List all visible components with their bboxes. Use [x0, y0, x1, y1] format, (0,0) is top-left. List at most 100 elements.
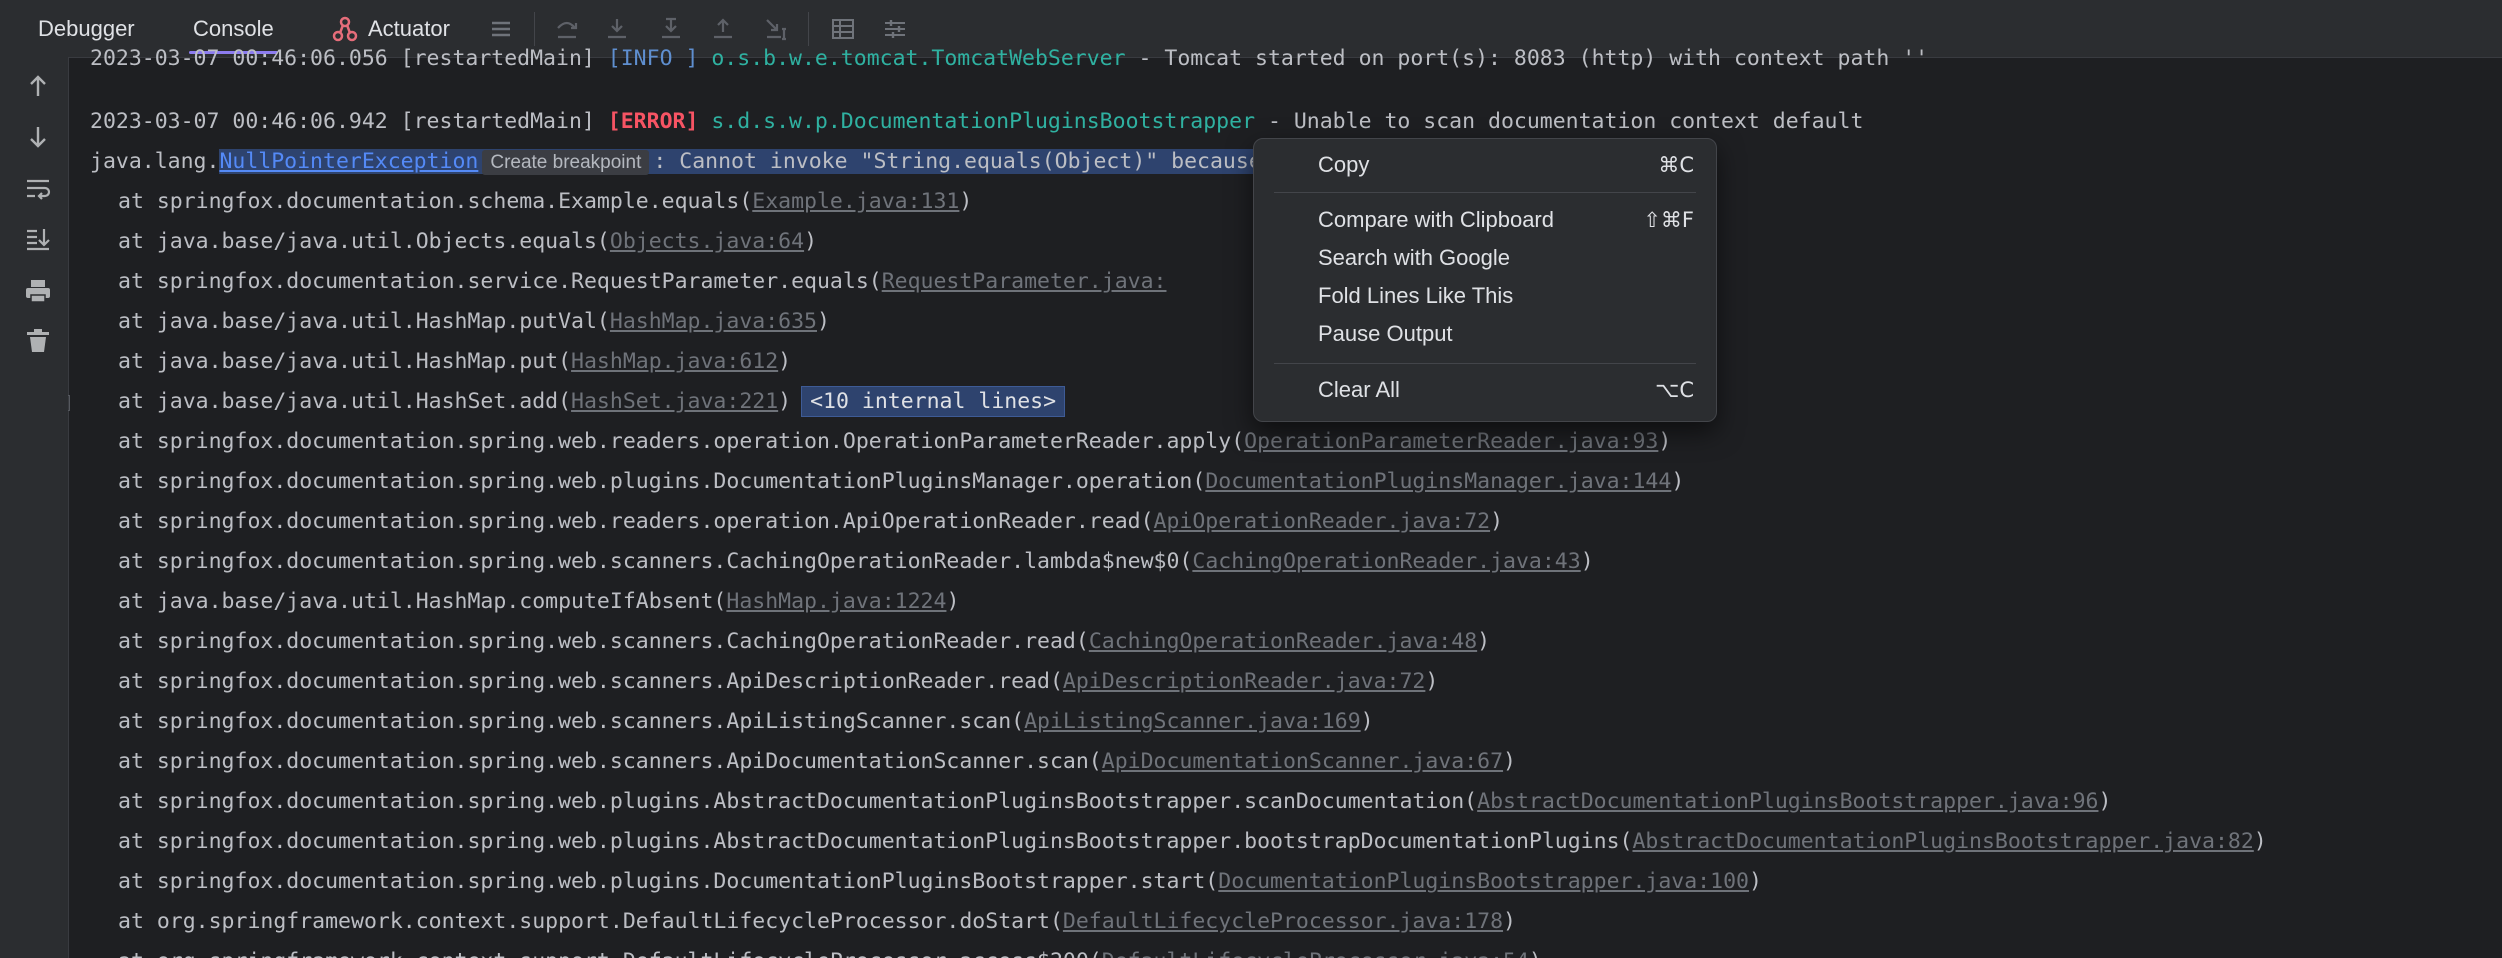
menu-separator: [1274, 363, 1696, 364]
menu-item-search-with-google[interactable]: Search with Google: [1254, 240, 1716, 276]
menu-item-label: Compare with Clipboard: [1318, 207, 1554, 232]
stack-frame-line: at springfox.documentation.spring.web.sc…: [68, 543, 1594, 581]
frame-method: at springfox.documentation.spring.web.pl…: [118, 789, 1478, 814]
menu-separator: [1274, 192, 1696, 193]
frame-method: at springfox.documentation.spring.web.sc…: [118, 669, 1063, 694]
frame-suffix: ): [1360, 709, 1374, 734]
create-breakpoint-hint[interactable]: Create breakpoint: [482, 150, 650, 175]
source-link[interactable]: HashMap.java:1224: [726, 589, 946, 614]
frame-method: at org.springframework.context.support.D…: [118, 909, 1063, 934]
stack-frame-line: at springfox.documentation.spring.web.sc…: [68, 623, 1490, 661]
trash-icon[interactable]: [22, 325, 54, 357]
stack-frame-line: at springfox.documentation.spring.web.sc…: [68, 663, 1438, 701]
log-message: - Unable to scan documentation context d…: [1255, 109, 1864, 134]
frame-method: at springfox.documentation.spring.web.pl…: [118, 829, 1633, 854]
folded-lines-badge[interactable]: <10 internal lines>: [801, 386, 1066, 417]
source-link[interactable]: ApiDescriptionReader.java:72: [1063, 669, 1425, 694]
stack-frame-line: at java.base/java.util.HashMap.computeIf…: [68, 583, 959, 621]
expand-fold-icon[interactable]: +: [68, 395, 70, 411]
frame-method: at java.base/java.util.HashMap.computeIf…: [118, 589, 727, 614]
frame-method: at springfox.documentation.spring.web.re…: [118, 429, 1245, 454]
stack-frame-line: at springfox.documentation.spring.web.pl…: [68, 463, 1684, 501]
frame-method: at springfox.documentation.spring.web.sc…: [118, 749, 1102, 774]
log-thread: [restartedMain]: [400, 109, 595, 134]
exception-class-link[interactable]: NullPointerException: [219, 149, 478, 174]
source-link[interactable]: CachingOperationReader.java:48: [1089, 629, 1477, 654]
frame-suffix: ): [1503, 749, 1516, 774]
stack-frame-line: at org.springframework.context.support.D…: [68, 903, 1516, 941]
menu-item-shortcut: ⌥C: [1655, 378, 1694, 402]
frame-method: at java.base/java.util.Objects.equals(: [118, 229, 610, 254]
menu-item-pause-output[interactable]: Pause Output: [1254, 316, 1716, 352]
log-level-error: [ERROR]: [607, 109, 699, 134]
source-link[interactable]: Example.java:131: [752, 189, 959, 214]
frame-suffix: ): [1529, 949, 1542, 958]
source-link[interactable]: ApiDocumentationScanner.java:67: [1102, 749, 1503, 774]
source-link[interactable]: HashMap.java:612: [571, 349, 778, 374]
frame-method: at springfox.documentation.spring.web.sc…: [118, 709, 1025, 734]
frame-method: at java.base/java.util.HashSet.add(: [118, 389, 572, 414]
source-link[interactable]: HashMap.java:635: [610, 309, 817, 334]
menu-item-fold-lines-like-this[interactable]: Fold Lines Like This: [1254, 278, 1716, 314]
menu-item-clear-all[interactable]: Clear All ⌥C: [1254, 372, 1716, 408]
log-level-info: [INFO ]: [607, 46, 699, 71]
frame-method: at java.base/java.util.HashMap.putVal(: [118, 309, 610, 334]
stack-frame-line: at springfox.documentation.spring.web.re…: [68, 423, 1671, 461]
source-link[interactable]: AbstractDocumentationPluginsBootstrapper…: [1632, 829, 2253, 854]
stack-frame-line: at java.base/java.util.HashMap.put(HashM…: [68, 343, 791, 381]
frame-suffix: ): [1503, 909, 1516, 934]
log-line: 2023-03-07 00:46:06.056 [restartedMain] …: [68, 40, 1928, 78]
frame-suffix: ): [1658, 429, 1672, 454]
source-link[interactable]: ApiOperationReader.java:72: [1154, 509, 1491, 534]
arrow-down-icon[interactable]: [22, 121, 54, 153]
stack-frame-line: at org.springframework.context.support.D…: [68, 943, 1542, 958]
source-link[interactable]: DocumentationPluginsBootstrapper.java:10…: [1218, 869, 1749, 894]
source-link[interactable]: DefaultLifecycleProcessor.java:178: [1063, 909, 1503, 934]
frame-method: at springfox.documentation.spring.web.sc…: [118, 629, 1089, 654]
menu-item-compare-with-clipboard[interactable]: Compare with Clipboard ⇧⌘F: [1254, 202, 1716, 238]
source-link[interactable]: AbstractDocumentationPluginsBootstrapper…: [1477, 789, 2098, 814]
stack-frame-line: at springfox.documentation.spring.web.pl…: [68, 783, 2111, 821]
log-timestamp: 2023-03-07 00:46:06.056: [90, 46, 388, 71]
frame-method: at springfox.documentation.spring.web.pl…: [118, 469, 1206, 494]
console-actions-sidebar: [8, 57, 69, 958]
frame-suffix: ): [946, 589, 960, 614]
source-link[interactable]: DefaultLifecycleProcessor.java:54: [1102, 949, 1529, 958]
frame-method: at java.base/java.util.HashMap.put(: [118, 349, 572, 374]
frame-suffix: ): [1580, 549, 1594, 574]
stack-frame-line: at java.base/java.util.Objects.equals(Ob…: [68, 223, 817, 261]
source-link[interactable]: HashSet.java:221: [571, 389, 778, 414]
frame-method: at springfox.documentation.service.Reque…: [118, 269, 882, 294]
frame-suffix: ): [804, 229, 818, 254]
source-link[interactable]: DocumentationPluginsManager.java:144: [1205, 469, 1671, 494]
source-link[interactable]: RequestParameter.java:: [882, 269, 1167, 294]
context-menu: Copy ⌘C Compare with Clipboard ⇧⌘F Search …: [1253, 138, 1717, 422]
source-link[interactable]: Objects.java:64: [610, 229, 804, 254]
stack-frame-line: at java.base/java.util.HashMap.putVal(Ha…: [68, 303, 830, 341]
stack-frame-line: at springfox.documentation.service.Reque…: [68, 263, 1166, 301]
window-edge: [0, 57, 8, 958]
scroll-to-end-icon[interactable]: [22, 223, 54, 255]
source-link[interactable]: OperationParameterReader.java:93: [1244, 429, 1658, 454]
stack-frame-line: at springfox.documentation.spring.web.re…: [68, 503, 1503, 541]
stack-frame-line: at java.base/java.util.HashSet.add(HashS…: [68, 383, 1066, 421]
arrow-up-icon[interactable]: [22, 70, 54, 102]
menu-item-copy[interactable]: Copy ⌘C: [1254, 147, 1716, 183]
menu-item-shortcut: ⇧⌘F: [1643, 208, 1694, 232]
frame-suffix: ): [778, 389, 792, 414]
log-logger: o.s.b.w.e.tomcat.TomcatWebServer: [711, 46, 1126, 71]
frame-suffix: ): [959, 189, 973, 214]
menu-item-label: Pause Output: [1318, 321, 1453, 346]
menu-item-label: Clear All: [1318, 377, 1400, 402]
source-link[interactable]: CachingOperationReader.java:43: [1192, 549, 1580, 574]
frame-suffix: ): [817, 309, 830, 334]
frame-suffix: ): [2098, 789, 2112, 814]
log-logger: s.d.s.w.p.DocumentationPluginsBootstrapp…: [711, 109, 1256, 134]
menu-item-label: Search with Google: [1318, 245, 1510, 270]
print-icon[interactable]: [22, 275, 54, 307]
frame-suffix: ): [1425, 669, 1439, 694]
soft-wrap-icon[interactable]: [22, 173, 54, 205]
stack-frame-line: at springfox.documentation.spring.web.sc…: [68, 743, 1516, 781]
exception-package: java.lang.: [90, 149, 220, 174]
source-link[interactable]: ApiListingScanner.java:169: [1024, 709, 1361, 734]
